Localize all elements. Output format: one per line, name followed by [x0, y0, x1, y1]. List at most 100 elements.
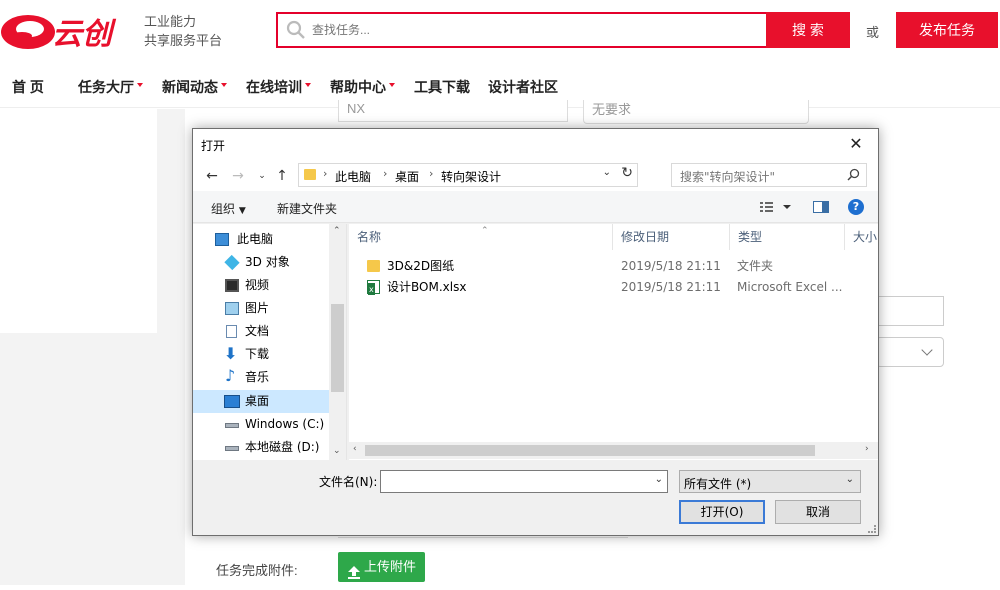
resize-grip-icon[interactable]	[868, 525, 876, 533]
3d-objects-icon	[224, 254, 240, 271]
nav-item-news[interactable]: 新闻动态	[162, 66, 227, 108]
file-row[interactable]: 3D&2D图纸 2019/5/18 21:11 文件夹	[349, 256, 878, 276]
refresh-icon[interactable]: ↻	[621, 165, 633, 181]
search-placeholder: 搜索"转向架设计"	[680, 170, 776, 184]
column-header-type[interactable]: 类型	[730, 224, 845, 250]
organize-button[interactable]: 组织 ▼	[211, 200, 246, 217]
tree-item-drive-c[interactable]: Windows (C:)	[193, 413, 329, 436]
tree-item-this-pc[interactable]: 此电脑	[193, 228, 329, 251]
tree-label: 本地磁盘 (D:)	[245, 440, 320, 454]
nav-item-training[interactable]: 在线培训	[246, 66, 311, 108]
file-name: 3D&2D图纸	[387, 259, 455, 273]
scroll-down-icon[interactable]: ⌄	[333, 446, 341, 456]
search-button[interactable]: 搜 索	[766, 12, 850, 48]
filename-label: 文件名(N):	[319, 475, 378, 489]
file-row[interactable]: x 设计BOM.xlsx 2019/5/18 21:11 Microsoft E…	[349, 277, 878, 297]
nav-item-label: 帮助中心	[330, 79, 386, 95]
file-list-scrollbar[interactable]: ‹ ›	[349, 442, 878, 459]
file-type-value: 所有文件 (*)	[684, 477, 752, 491]
nav-item-label: 首 页	[12, 79, 44, 95]
scroll-right-icon[interactable]: ›	[865, 444, 869, 454]
chevron-right-icon: ›	[383, 167, 388, 180]
site-logo[interactable]: 云创	[0, 6, 130, 56]
filename-input[interactable]: ⌄	[380, 470, 668, 493]
chevron-down-icon: ⌄	[845, 474, 854, 485]
svg-text:云创: 云创	[52, 17, 117, 52]
file-date: 2019/5/18 21:11	[621, 259, 721, 273]
folder-search-input[interactable]: 搜索"转向架设计"	[671, 163, 867, 187]
drive-icon	[225, 446, 239, 451]
tree-label: Windows (C:)	[245, 417, 325, 431]
file-type: 文件夹	[737, 259, 774, 273]
nav-item-home[interactable]: 首 页	[12, 66, 44, 108]
desktop-icon	[224, 395, 240, 408]
software-field[interactable]: NX	[338, 100, 568, 122]
tree-item-music[interactable]: ♪ 音乐	[193, 366, 329, 389]
chevron-down-icon[interactable]: ⌄	[655, 474, 663, 485]
nav-pane-scrollbar[interactable]: ⌃ ⌄	[329, 224, 346, 460]
recent-locations-icon[interactable]: ⌄	[253, 167, 271, 185]
close-icon[interactable]: ✕	[834, 129, 878, 159]
search-icon	[847, 168, 860, 184]
nav-item-label: 在线培训	[246, 79, 302, 95]
tree-label: 音乐	[245, 370, 270, 384]
breadcrumb-item[interactable]: 此电脑	[335, 168, 371, 185]
tree-label: 桌面	[245, 394, 270, 408]
preview-pane-icon[interactable]	[813, 201, 829, 213]
column-header-date[interactable]: 修改日期	[613, 224, 730, 250]
tree-item-desktop[interactable]: 桌面	[193, 390, 329, 413]
nav-item-label: 任务大厅	[78, 79, 134, 95]
cancel-button[interactable]: 取消	[775, 500, 861, 524]
dialog-titlebar[interactable]: 打开 ✕	[193, 129, 878, 159]
tree-item-3d-objects[interactable]: 3D 对象	[193, 251, 329, 274]
breadcrumb-item[interactable]: 转向架设计	[441, 168, 501, 185]
view-options-icon[interactable]	[759, 199, 795, 215]
sort-ascending-icon: ⌃	[481, 226, 489, 236]
open-button[interactable]: 打开(O)	[679, 500, 765, 524]
requirement-select[interactable]: 无要求	[583, 100, 809, 124]
open-file-dialog: 打开 ✕ ← → ⌄ ↑ › 此电脑 › 桌面 › 转向架设计 ⌄ ↻ 搜索"转…	[192, 128, 879, 536]
column-header-size[interactable]: 大小	[845, 224, 878, 250]
caret-down-icon	[137, 83, 143, 88]
chevron-down-icon[interactable]: ⌄	[603, 167, 611, 178]
new-folder-button[interactable]: 新建文件夹	[277, 200, 337, 217]
tree-item-documents[interactable]: 文档	[193, 320, 329, 343]
nav-item-label: 新闻动态	[162, 79, 218, 95]
task-search-input[interactable]	[312, 14, 732, 46]
address-bar[interactable]: › 此电脑 › 桌面 › 转向架设计 ⌄ ↻	[298, 163, 638, 187]
tree-label: 文档	[245, 324, 270, 338]
site-slogan: 工业能力 共享服务平台	[144, 12, 222, 50]
tree-label: 视频	[245, 278, 270, 292]
address-row: ← → ⌄ ↑ › 此电脑 › 桌面 › 转向架设计 ⌄ ↻ 搜索"转向架设计"	[193, 159, 878, 191]
up-arrow-icon[interactable]: ↑	[273, 167, 291, 185]
publish-task-button[interactable]: 发布任务	[896, 12, 998, 48]
nav-item-task-hall[interactable]: 任务大厅	[78, 66, 143, 108]
forward-arrow-icon[interactable]: →	[229, 167, 247, 185]
upload-attachment-button[interactable]: 上传附件	[338, 552, 425, 582]
breadcrumb-item[interactable]: 桌面	[395, 168, 419, 185]
form-input-right[interactable]	[876, 296, 944, 326]
task-search-box: 搜 索	[276, 12, 850, 48]
file-name: 设计BOM.xlsx	[387, 280, 467, 294]
search-icon	[286, 20, 306, 43]
slogan-line-1: 工业能力	[144, 14, 197, 29]
tree-item-videos[interactable]: 视频	[193, 274, 329, 297]
scrollbar-thumb[interactable]	[365, 445, 815, 456]
tree-item-pictures[interactable]: 图片	[193, 297, 329, 320]
column-header-name[interactable]: 名称 ⌃	[349, 224, 613, 250]
back-arrow-icon[interactable]: ←	[203, 167, 221, 185]
scroll-left-icon[interactable]: ‹	[353, 444, 357, 454]
tree-item-downloads[interactable]: ⬇ 下载	[193, 343, 329, 366]
download-icon: ⬇	[224, 344, 238, 363]
chevron-right-icon: ›	[323, 167, 328, 180]
scrollbar-thumb[interactable]	[331, 304, 344, 392]
upload-button-label: 上传附件	[364, 559, 417, 574]
form-select-right[interactable]	[876, 337, 944, 367]
upload-icon	[348, 560, 360, 590]
help-icon[interactable]: ?	[848, 199, 864, 215]
tree-item-drive-d[interactable]: 本地磁盘 (D:)	[193, 436, 329, 459]
caret-down-icon	[305, 83, 311, 88]
file-type-select[interactable]: 所有文件 (*) ⌄	[679, 470, 861, 493]
dialog-title: 打开	[201, 139, 226, 153]
scroll-up-icon[interactable]: ⌃	[333, 226, 341, 236]
